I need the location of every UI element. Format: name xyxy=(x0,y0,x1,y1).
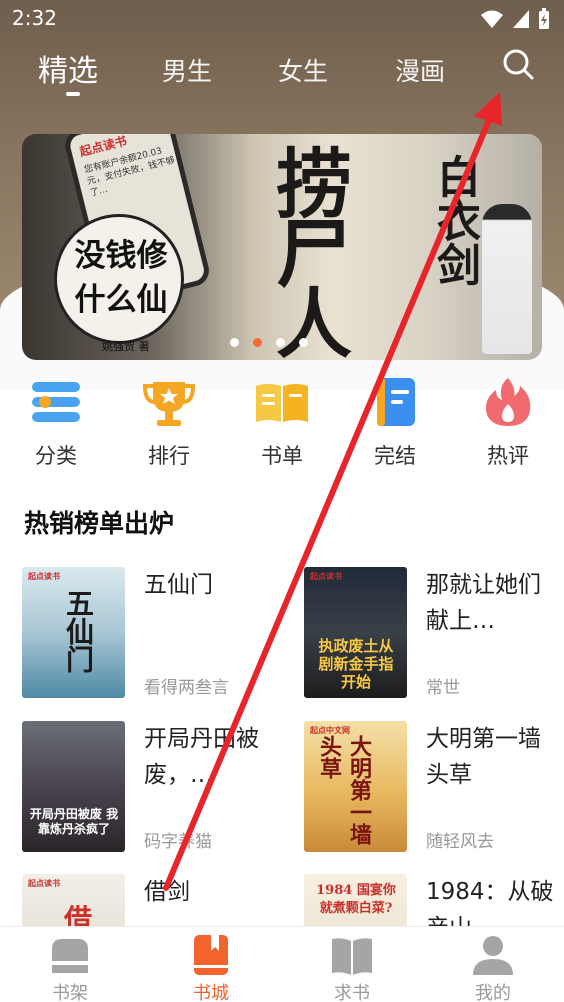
nav-label: 求书 xyxy=(334,983,370,1002)
cover-title: 执政废土从剧新金手指开始 xyxy=(318,637,394,691)
book-item[interactable]: 起点读书 执政废土从剧新金手指开始 那就让她们献上… 常世 xyxy=(304,567,564,707)
category-item-hot-reviews[interactable]: 热评 xyxy=(468,374,548,470)
book-author: 看得两叁言 xyxy=(144,678,229,698)
wifi-icon xyxy=(481,10,503,28)
book-title: 开局丹田被废，… xyxy=(144,726,259,788)
cover-title: 1984 国宴你就煮颗白菜? xyxy=(316,883,396,916)
banner-dot[interactable] xyxy=(299,338,308,347)
book-cover: 起点中文网 大明第一墙头草 xyxy=(304,721,407,852)
nav-label: 书城 xyxy=(193,983,229,1002)
book-title: 五仙门 xyxy=(144,572,213,598)
finished-book-icon xyxy=(377,378,415,426)
cover-brand: 起点读书 xyxy=(28,572,60,581)
nav-item-bookshelf[interactable]: 书架 xyxy=(35,933,105,1002)
category-item-ranking[interactable]: 排行 xyxy=(129,374,209,470)
trophy-icon xyxy=(142,382,196,426)
nav-item-profile[interactable]: 我的 xyxy=(458,933,528,1002)
category-label: 完结 xyxy=(374,444,416,468)
category-label: 书单 xyxy=(261,444,303,468)
cover-brand: 起点读书 xyxy=(310,572,342,581)
book-item[interactable]: 起点读书 五仙门 五仙门 看得两叁言 xyxy=(22,567,292,707)
banner-title-main: 捞尸人 xyxy=(263,144,352,354)
request-book-icon xyxy=(332,938,372,975)
category-shortcuts: 分类 排行 书单 完结 热评 xyxy=(0,374,564,474)
book-author: 常世 xyxy=(426,678,460,698)
bottom-navigation: 书架 书城 求书 我的 xyxy=(0,926,564,1002)
book-cover: 起点读书 五仙门 xyxy=(22,567,125,698)
category-label: 热评 xyxy=(487,444,529,468)
book-title: 借剑 xyxy=(144,879,190,905)
banner-dot[interactable] xyxy=(230,338,239,347)
signal-icon xyxy=(513,10,529,28)
banner-pagination xyxy=(230,338,308,347)
battery-icon xyxy=(539,8,549,29)
book-cover: 起点读书 执政废土从剧新金手指开始 xyxy=(304,567,407,698)
banner-author: 姚强贺 著 xyxy=(102,340,150,353)
search-button[interactable] xyxy=(501,47,535,81)
search-icon xyxy=(503,49,534,80)
active-tab-indicator xyxy=(66,92,80,96)
book-open-icon xyxy=(256,384,308,422)
category-label: 分类 xyxy=(35,444,77,468)
book-item[interactable]: 起点中文网 大明第一墙头草 大明第一墙头草 随轻风去 xyxy=(304,721,564,861)
status-icons xyxy=(480,8,550,30)
banner-title-right: 白衣剑 xyxy=(429,154,480,286)
book-title: 大明第一墙头草 xyxy=(426,726,541,788)
cover-title: 五仙门 xyxy=(62,589,95,673)
flame-icon xyxy=(485,378,531,426)
profile-icon xyxy=(473,936,513,975)
bookstore-icon xyxy=(194,935,228,975)
banner-bubble-text: 没钱修什么仙 xyxy=(74,238,168,318)
nav-item-bookstore[interactable]: 书城 xyxy=(176,933,246,1002)
status-time: 2:32 xyxy=(12,6,57,30)
cover-brand: 起点读书 xyxy=(28,879,60,888)
cover-title: 大明第一墙头草 xyxy=(316,735,372,845)
category-label: 排行 xyxy=(148,444,190,468)
category-icon xyxy=(32,382,80,422)
book-cover: 开局丹田被废 我靠炼丹杀疯了 xyxy=(22,721,125,852)
nav-item-request-book[interactable]: 求书 xyxy=(317,933,387,1002)
category-item-finished[interactable]: 完结 xyxy=(355,374,435,470)
book-author: 随轻风去 xyxy=(426,832,494,852)
tab-comics[interactable]: 漫画 xyxy=(395,52,445,88)
tab-featured[interactable]: 精选 xyxy=(38,46,98,90)
banner-carousel[interactable]: 起点读书 您有账户余额20.03元，支付失败，钱不够了… 没钱修什么仙 姚强贺 … xyxy=(22,134,542,360)
book-author: 码字养猫 xyxy=(144,832,212,852)
nav-label: 我的 xyxy=(475,983,511,1002)
tab-female[interactable]: 女生 xyxy=(278,52,328,88)
book-title: 那就让她们献上… xyxy=(426,572,541,634)
status-bar: 2:32 xyxy=(0,0,564,36)
book-item[interactable]: 开局丹田被废 我靠炼丹杀疯了 开局丹田被废，… 码字养猫 xyxy=(22,721,292,861)
nav-label: 书架 xyxy=(52,983,88,1002)
banner-dot[interactable] xyxy=(276,338,285,347)
banner-dot-active[interactable] xyxy=(253,338,262,347)
bookshelf-icon xyxy=(52,939,88,973)
category-item-classify[interactable]: 分类 xyxy=(16,374,96,470)
tab-male[interactable]: 男生 xyxy=(162,52,212,88)
cover-title: 开局丹田被废 我靠炼丹杀疯了 xyxy=(29,807,119,836)
section-title: 热销榜单出炉 xyxy=(24,509,175,538)
top-tabs: 精选 男生 女生 漫画 xyxy=(0,44,564,104)
category-item-booklist[interactable]: 书单 xyxy=(242,374,322,470)
banner-figure-illustration xyxy=(482,204,532,354)
